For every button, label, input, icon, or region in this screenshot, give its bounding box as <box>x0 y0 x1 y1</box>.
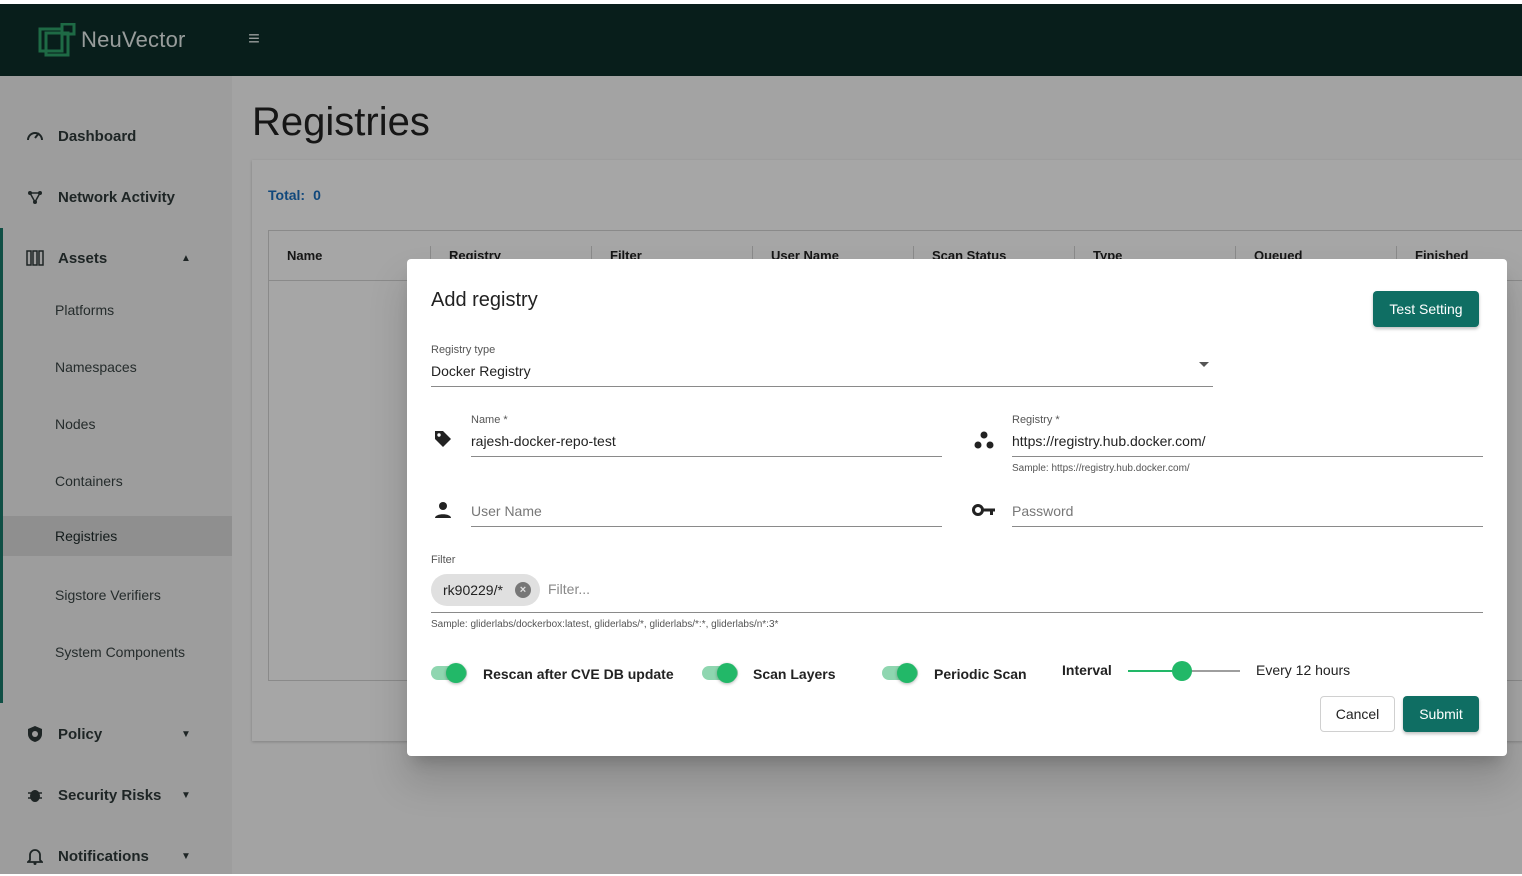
interval-slider-thumb[interactable] <box>1171 661 1192 681</box>
filter-label: Filter <box>431 554 456 566</box>
periodic-scan-label: Periodic Scan <box>934 666 1027 682</box>
filter-hint: Sample: gliderlabs/dockerbox:latest, gli… <box>431 619 779 630</box>
key-icon <box>972 498 996 522</box>
scan-layers-toggle[interactable] <box>702 661 738 685</box>
rescan-toggle[interactable] <box>431 661 467 685</box>
filter-underline <box>431 612 1483 613</box>
name-label: Name * <box>471 414 508 426</box>
periodic-scan-toggle[interactable] <box>882 661 918 685</box>
registry-type-label: Registry type <box>431 344 496 356</box>
username-field[interactable]: User Name <box>471 503 542 519</box>
registry-label: Registry * <box>1012 414 1060 426</box>
registry-hint: Sample: https://registry.hub.docker.com/ <box>1012 463 1190 474</box>
test-setting-button[interactable]: Test Setting <box>1373 291 1479 327</box>
cancel-button[interactable]: Cancel <box>1320 696 1395 732</box>
registry-underline <box>1012 456 1483 457</box>
name-field[interactable]: rajesh-docker-repo-test <box>471 433 616 449</box>
add-registry-dialog: Add registry Test Setting Registry type … <box>407 259 1507 756</box>
submit-button[interactable]: Submit <box>1403 696 1479 732</box>
toggle-thumb <box>717 663 737 683</box>
toggle-thumb <box>446 663 466 683</box>
registry-field[interactable]: https://registry.hub.docker.com/ <box>1012 433 1206 449</box>
filter-input[interactable]: Filter... <box>548 581 590 597</box>
person-icon <box>431 498 455 522</box>
hub-icon <box>972 428 996 452</box>
toggle-thumb <box>897 663 917 683</box>
scan-layers-label: Scan Layers <box>753 666 836 682</box>
username-underline <box>471 526 942 527</box>
tag-icon <box>431 427 455 451</box>
rescan-label: Rescan after CVE DB update <box>483 666 674 682</box>
interval-label: Interval <box>1062 662 1112 678</box>
registry-type-underline <box>431 386 1213 387</box>
password-underline <box>1012 526 1483 527</box>
top-edge <box>0 0 1522 4</box>
remove-chip-icon[interactable]: × <box>515 582 531 598</box>
filter-chip[interactable]: rk90229/* × <box>431 574 540 606</box>
name-underline <box>471 456 942 457</box>
password-field[interactable]: Password <box>1012 503 1073 519</box>
interval-value: Every 12 hours <box>1256 662 1351 678</box>
dialog-title: Add registry <box>431 289 538 311</box>
filter-chip-label: rk90229/* <box>443 582 503 598</box>
dropdown-arrow-icon[interactable] <box>1199 362 1209 367</box>
registry-type-select[interactable]: Docker Registry <box>431 363 531 379</box>
